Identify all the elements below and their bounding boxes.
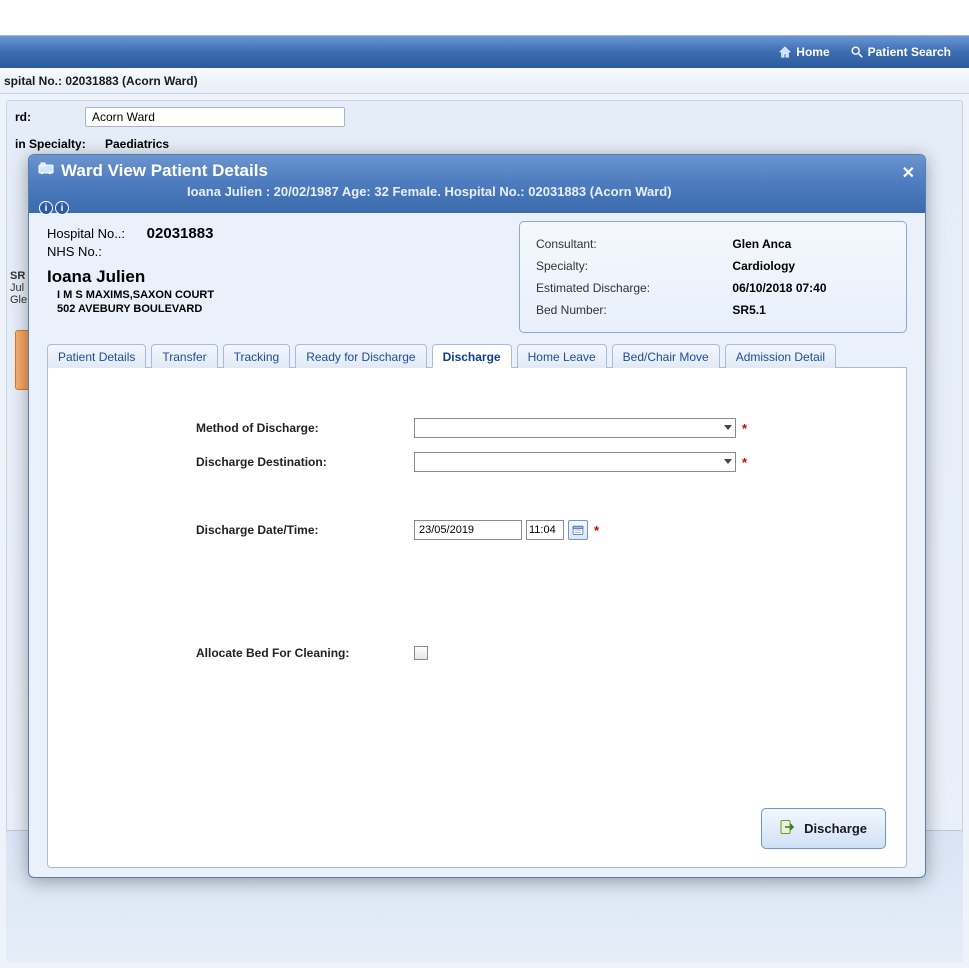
discharge-button[interactable]: Discharge xyxy=(761,808,886,849)
specialty-value: Cardiology xyxy=(730,256,892,276)
required-marker: * xyxy=(594,523,599,538)
address-line1: I M S MAXIMS,SAXON COURT xyxy=(57,289,509,301)
ward-label: rd: xyxy=(15,110,85,124)
nav-patient-search[interactable]: Patient Search xyxy=(840,41,961,63)
dialog-icon xyxy=(37,159,55,182)
discharge-date-input[interactable] xyxy=(414,520,522,540)
calendar-button[interactable] xyxy=(568,520,588,540)
calendar-icon xyxy=(572,524,584,536)
tab-discharge[interactable]: Discharge xyxy=(432,344,512,368)
discharge-destination-combo[interactable] xyxy=(414,452,736,472)
discharge-icon xyxy=(780,819,796,838)
bed-number-value: SR5.1 xyxy=(730,300,892,320)
nav-home-label: Home xyxy=(796,45,829,59)
info-icon[interactable]: i xyxy=(39,201,53,215)
hospital-no-label: Hospital No..: xyxy=(47,226,125,241)
close-icon[interactable]: ✕ xyxy=(902,163,915,183)
hospital-no-value: 02031883 xyxy=(147,225,214,242)
destination-label: Discharge Destination: xyxy=(196,455,414,469)
allocate-bed-checkbox[interactable] xyxy=(414,646,428,660)
dialog-header: Ward View Patient Details Ioana Julien :… xyxy=(29,155,925,213)
top-nav: Home Patient Search xyxy=(0,36,969,68)
method-of-discharge-combo[interactable] xyxy=(414,418,736,438)
dialog-title: Ward View Patient Details xyxy=(61,161,268,181)
nav-search-label: Patient Search xyxy=(868,45,951,59)
address-line2: 502 AVEBURY BOULEVARD xyxy=(57,303,509,315)
tab-patient-details[interactable]: Patient Details xyxy=(47,344,146,368)
required-marker: * xyxy=(742,421,747,436)
tab-bed-chair-move[interactable]: Bed/Chair Move xyxy=(612,344,720,368)
breadcrumb-text: spital No.: 02031883 (Acorn Ward) xyxy=(4,74,198,88)
info-icon-2[interactable]: i xyxy=(55,201,69,215)
specialty-value: Paediatrics xyxy=(105,137,169,151)
tab-transfer[interactable]: Transfer xyxy=(151,344,217,368)
discharge-button-label: Discharge xyxy=(804,821,867,836)
patient-info-left: Hospital No..: 02031883 NHS No.: Ioana J… xyxy=(47,221,509,333)
tab-ready-for-discharge[interactable]: Ready for Discharge xyxy=(295,344,426,368)
tab-tracking[interactable]: Tracking xyxy=(223,344,291,368)
tab-admission-detail[interactable]: Admission Detail xyxy=(725,344,836,368)
breadcrumb: spital No.: 02031883 (Acorn Ward) xyxy=(0,68,969,94)
method-label: Method of Discharge: xyxy=(196,421,414,435)
patient-name: Ioana Julien xyxy=(47,267,509,287)
search-icon xyxy=(850,45,864,59)
ward-input[interactable] xyxy=(85,107,345,127)
discharge-time-input[interactable] xyxy=(526,520,564,540)
allocate-label: Allocate Bed For Cleaning: xyxy=(196,646,414,660)
home-icon xyxy=(778,45,792,59)
menu-bar xyxy=(0,0,969,36)
nhs-no-label: NHS No.: xyxy=(47,244,102,259)
est-discharge-value: 06/10/2018 07:40 xyxy=(730,278,892,298)
nav-home[interactable]: Home xyxy=(768,41,839,63)
specialty-label: in Specialty: xyxy=(15,137,105,151)
episode-summary-box: Consultant:Glen Anca Specialty:Cardiolog… xyxy=(519,221,907,333)
required-marker: * xyxy=(742,455,747,470)
consultant-value: Glen Anca xyxy=(730,234,892,254)
ward-view-dialog: Ward View Patient Details Ioana Julien :… xyxy=(28,154,926,878)
side-sliver: SR Jul Gle xyxy=(10,270,27,306)
tab-home-leave[interactable]: Home Leave xyxy=(517,344,607,368)
discharge-form: Method of Discharge: * Discharge Destina… xyxy=(47,368,907,868)
dialog-subtitle: Ioana Julien : 20/02/1987 Age: 32 Female… xyxy=(187,184,913,199)
tab-strip: Patient Details Transfer Tracking Ready … xyxy=(47,343,907,368)
datetime-label: Discharge Date/Time: xyxy=(196,523,414,537)
